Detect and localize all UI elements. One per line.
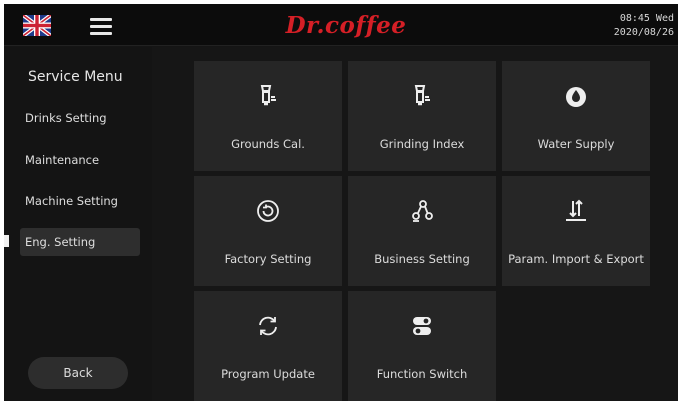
screen: Dr.coffee 08:45 Wed 2020/08/26 Service M… xyxy=(4,4,678,401)
function-grid: Grounds Cal. Grinding Index Water Supply… xyxy=(152,47,678,401)
back-button[interactable]: Back xyxy=(28,357,128,389)
sidebar: Service Menu Drinks Setting Maintenance … xyxy=(4,47,152,401)
water-drop-icon xyxy=(502,83,650,109)
refresh-icon xyxy=(194,313,342,339)
hamburger-menu-icon[interactable] xyxy=(90,18,112,35)
tile-program-update[interactable]: Program Update xyxy=(194,291,342,401)
tile-label: Grinding Index xyxy=(379,137,465,151)
tile-water-supply[interactable]: Water Supply xyxy=(502,61,650,171)
tile-label: Business Setting xyxy=(374,252,470,266)
tile-grinding-index[interactable]: Grinding Index xyxy=(348,61,496,171)
uk-flag-icon[interactable] xyxy=(21,13,53,38)
sidebar-item-maintenance[interactable]: Maintenance xyxy=(20,146,140,174)
tile-grounds-cal[interactable]: Grounds Cal. xyxy=(194,61,342,171)
tile-factory-setting[interactable]: Factory Setting xyxy=(194,176,342,286)
tile-function-switch[interactable]: Function Switch xyxy=(348,291,496,401)
import-export-icon xyxy=(502,198,650,224)
sidebar-item-drinks-setting[interactable]: Drinks Setting xyxy=(20,104,140,132)
tile-param-import-export[interactable]: Param. Import & Export xyxy=(502,176,650,286)
brand-logo: Dr.coffee xyxy=(285,12,407,39)
tile-label: Grounds Cal. xyxy=(231,137,305,151)
tile-label: Factory Setting xyxy=(224,252,312,266)
business-nodes-icon xyxy=(348,198,496,224)
tile-label: Water Supply xyxy=(537,137,615,151)
date-text: 2020/08/26 xyxy=(613,27,674,38)
active-indicator xyxy=(4,235,9,247)
sidebar-title: Service Menu xyxy=(28,69,123,85)
time-text: 08:45 Wed xyxy=(619,13,674,24)
clock: 08:45 Wed 2020/08/26 xyxy=(614,12,674,40)
reset-icon xyxy=(194,198,342,224)
tile-business-setting[interactable]: Business Setting xyxy=(348,176,496,286)
top-bar: Dr.coffee 08:45 Wed 2020/08/26 xyxy=(4,4,678,46)
tile-label: Program Update xyxy=(221,367,315,381)
toggle-switch-icon xyxy=(348,313,496,339)
tile-label: Function Switch xyxy=(376,367,468,381)
sidebar-item-machine-setting[interactable]: Machine Setting xyxy=(20,187,140,215)
sidebar-item-eng-setting[interactable]: Eng. Setting xyxy=(20,228,140,256)
grinder-icon xyxy=(194,83,342,109)
tile-label: Param. Import & Export xyxy=(508,252,644,266)
grinder-icon xyxy=(348,83,496,109)
